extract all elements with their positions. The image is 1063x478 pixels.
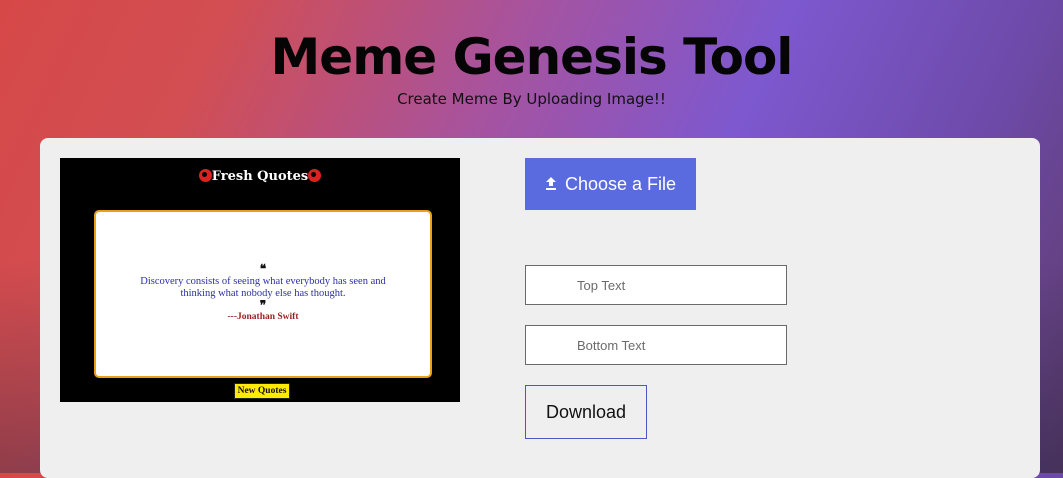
download-label: Download bbox=[545, 401, 627, 422]
page-subtitle: Create Meme By Uploading Image!! bbox=[397, 90, 666, 108]
new-quotes-button: New Quotes bbox=[234, 383, 290, 399]
swirl-icon bbox=[308, 169, 322, 182]
quote-text: Discovery consists of seeing what everyb… bbox=[140, 276, 386, 299]
meme-preview-image: Fresh Quotes ❝ Discovery consists of see… bbox=[60, 158, 460, 402]
meme-panel: Fresh Quotes ❝ Discovery consists of see… bbox=[40, 138, 1040, 478]
bottom-text-input[interactable] bbox=[525, 325, 787, 365]
open-quote-icon: ❝ bbox=[259, 262, 267, 276]
download-button[interactable]: Download bbox=[525, 385, 647, 439]
brand-label: Fresh Quotes bbox=[211, 169, 309, 184]
top-text-input[interactable] bbox=[525, 265, 787, 305]
upload-icon bbox=[545, 177, 556, 190]
close-quote-icon: ❞ bbox=[259, 298, 267, 312]
page-title: Meme Genesis Tool bbox=[270, 28, 794, 86]
quote-author: ---Jonathan Swift bbox=[227, 312, 299, 322]
swirl-icon bbox=[198, 169, 212, 182]
choose-file-label: Choose a File bbox=[564, 173, 677, 194]
brand-title: Fresh Quotes bbox=[60, 169, 460, 184]
quote-card: ❝ Discovery consists of seeing what ever… bbox=[94, 210, 432, 378]
choose-file-button[interactable]: Choose a File bbox=[525, 158, 696, 210]
